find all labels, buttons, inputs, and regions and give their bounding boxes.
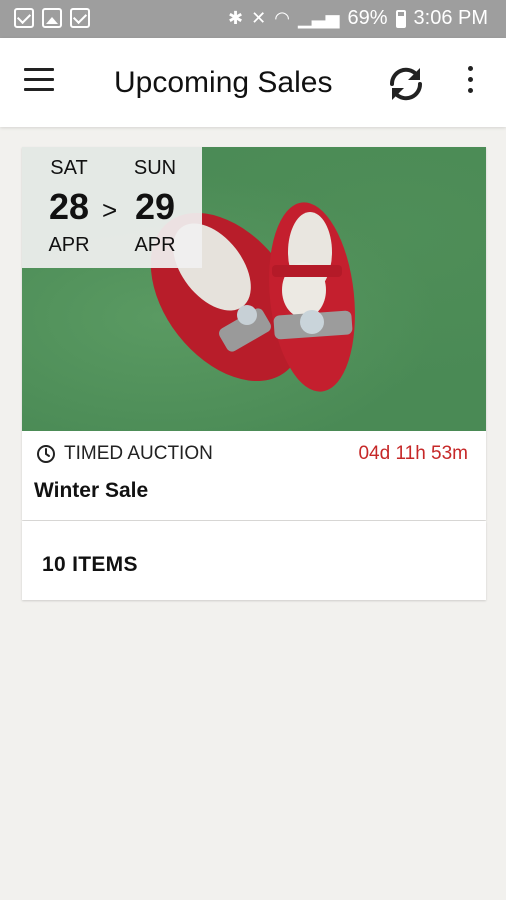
battery-percent: 69% [347,7,388,29]
wifi-icon: ◠ [274,8,290,28]
items-button[interactable]: 10 ITEMS [22,521,486,600]
start-day-of-week: SAT [50,157,88,179]
mail-icon [14,8,34,28]
page-title: Upcoming Sales [114,66,333,99]
image-icon [42,8,62,28]
end-day: 29 [134,186,176,227]
status-bar: ✱ ✕ ◠ ▁▃▅ 69% 3:06 PM [0,0,506,38]
start-day: 28 [48,186,90,227]
sale-date-range: SAT 28 APR > SUN 29 APR [22,147,202,268]
mail-icon [70,8,90,28]
auction-type: TIMED AUCTION [36,443,213,465]
mute-icon: ✕ [251,8,267,28]
menu-button[interactable] [24,68,60,98]
sale-name: Winter Sale [34,479,149,502]
countdown-timer: 04d 11h 53m [358,443,468,464]
refresh-icon [389,67,423,101]
clock-icon [37,445,55,463]
sale-card[interactable]: SAT 28 APR > SUN 29 APR TIMED AUCTION 04… [22,147,486,520]
hamburger-menu-icon [24,68,60,91]
auction-type-label: TIMED AUCTION [64,443,213,464]
bluetooth-icon: ✱ [228,8,244,28]
battery-icon [395,9,406,28]
date-separator: > [102,195,118,225]
sale-info: TIMED AUCTION 04d 11h 53m Winter Sale [22,431,486,519]
end-day-of-week: SUN [133,157,177,179]
system-status: ✱ ✕ ◠ ▁▃▅ 69% 3:06 PM [228,7,488,30]
app-bar: Upcoming Sales [0,38,506,127]
more-options-button[interactable] [456,66,484,100]
notification-icons [14,8,90,28]
more-vertical-icon [456,66,484,93]
start-date: SAT 28 APR [34,157,104,257]
clock: 3:06 PM [413,7,488,29]
start-month: APR [48,234,90,256]
refresh-button[interactable] [384,62,428,106]
signal-icon: ▁▃▅ [297,8,340,28]
items-count: 10 ITEMS [42,553,138,576]
end-date: SUN 29 APR [120,157,190,257]
sale-photo: SAT 28 APR > SUN 29 APR [22,147,486,431]
end-month: APR [134,234,176,256]
